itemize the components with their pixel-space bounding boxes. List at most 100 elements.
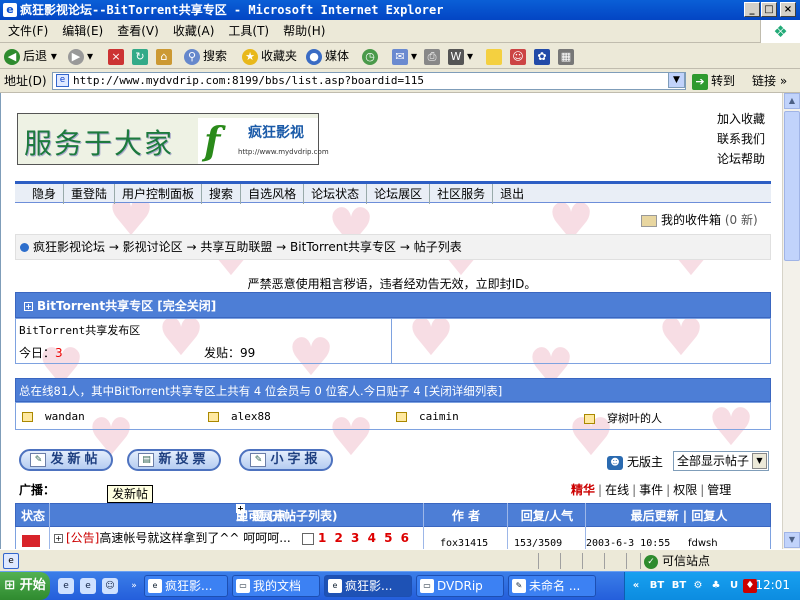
- task-paint[interactable]: ✎ 未命名 ...: [508, 575, 596, 597]
- print-button[interactable]: ⎙: [424, 46, 443, 66]
- u-tray-icon[interactable]: U: [727, 579, 741, 593]
- forward-button[interactable]: ▶ ▾: [68, 46, 93, 66]
- rules-warning: 严禁恶意使用粗言秽语，违者经劝告无效，立即封ID。: [247, 277, 537, 291]
- forum-nav: 隐身 重登陆 用户控制面板 搜索 自选风格 论坛状态 论坛展区 社区服务 退出: [15, 181, 771, 204]
- breadcrumb-text[interactable]: 疯狂影视论坛 → 影视讨论区 → 共享互助联盟 → BitTorrent共享专区…: [33, 240, 462, 254]
- topic-tag: [公告]: [66, 531, 100, 545]
- ie2-quicklaunch-icon[interactable]: e: [80, 578, 96, 594]
- back-button[interactable]: ◀ 后退 ▾: [4, 46, 57, 66]
- ie-quicklaunch-icon[interactable]: e: [58, 578, 74, 594]
- nav-style[interactable]: 自选风格: [241, 184, 305, 204]
- calc-button[interactable]: ▦: [558, 46, 577, 66]
- online-user[interactable]: alex88: [208, 410, 271, 423]
- menu-view[interactable]: 查看(V): [117, 20, 159, 43]
- nav-status[interactable]: 论坛状态: [304, 184, 368, 204]
- nav-control-panel[interactable]: 用户控制面板: [115, 184, 203, 204]
- nav-search[interactable]: 搜索: [202, 184, 242, 204]
- menu-favorites[interactable]: 收藏(A): [173, 20, 215, 43]
- inbox[interactable]: 我的收件箱 (0 新): [641, 211, 758, 229]
- new-vote-button[interactable]: ▤ 新投票: [127, 449, 221, 471]
- messenger-button[interactable]: ☺: [510, 46, 529, 66]
- paw-button[interactable]: ✿: [534, 46, 553, 66]
- user-icon: [584, 414, 595, 424]
- scroll-down-icon[interactable]: ▼: [784, 532, 800, 548]
- edit-button[interactable]: W ▾: [448, 46, 473, 66]
- more-chevron-icon[interactable]: »: [126, 578, 142, 594]
- page-content: ♥♥♥♥♥♥ ♥♥♥♥♥♥ ♥♥♥♥ 服务于大家 f 疯狂影视 http://w…: [0, 93, 782, 549]
- online-user[interactable]: caimin: [396, 410, 459, 423]
- search-button[interactable]: ⚲ 搜索: [184, 46, 227, 66]
- menu-edit[interactable]: 编辑(E): [62, 20, 103, 43]
- links-button[interactable]: 链接 »: [752, 72, 787, 90]
- window-title: 疯狂影视论坛--BitTorrent共享专区 - Microsoft Inter…: [20, 3, 444, 17]
- print-icon: ⎙: [424, 48, 440, 65]
- scroll-up-icon[interactable]: ▲: [784, 93, 800, 109]
- site-logo[interactable]: 服务于大家 f 疯狂影视 http://www.mydvdrip.com: [17, 113, 329, 165]
- vertical-scrollbar[interactable]: ▲ ▼: [782, 93, 800, 549]
- bt-tray-icon[interactable]: BT: [647, 579, 667, 593]
- posts-value: 99: [240, 346, 256, 360]
- home-button[interactable]: ⌂: [156, 46, 175, 66]
- menu-file[interactable]: 文件(F): [8, 20, 48, 43]
- task-dvdrip[interactable]: ▭ DVDRip: [416, 575, 504, 597]
- online-user[interactable]: 穿树叶的人: [584, 410, 662, 426]
- start-button[interactable]: ⊞ 开始: [0, 572, 50, 600]
- user-tray-icon[interactable]: ♣: [709, 579, 723, 593]
- address-url: http://www.mydvdrip.com:8199/bbs/list.as…: [73, 74, 424, 87]
- scroll-thumb[interactable]: [784, 111, 800, 261]
- filter-elite[interactable]: 精华: [571, 483, 595, 497]
- qq-quicklaunch-icon[interactable]: ☺: [102, 578, 118, 594]
- filter-online[interactable]: 在线: [605, 483, 629, 497]
- go-button[interactable]: ➔ 转到: [692, 72, 735, 90]
- menu-help[interactable]: 帮助(H): [283, 20, 325, 43]
- filter-permissions[interactable]: 权限: [673, 483, 697, 497]
- topic-title-text[interactable]: 高速帐号就这样拿到了^^ 呵呵呵...: [99, 531, 290, 545]
- new-post-button[interactable]: ✎ 发新帖: [19, 449, 113, 471]
- back-arrow-icon: ◀: [4, 48, 20, 65]
- bt-tray-icon[interactable]: BT: [669, 579, 689, 593]
- filter-events[interactable]: 事件: [639, 483, 663, 497]
- add-favorite-link[interactable]: 加入收藏: [717, 109, 765, 129]
- nav-relogin[interactable]: 重登陆: [64, 184, 116, 204]
- system-tray: « BT BT ⚙ ♣ U ♦ 12:01: [624, 572, 800, 600]
- task-ie1[interactable]: e 疯狂影...: [144, 575, 228, 597]
- media-button[interactable]: ● 媒体: [306, 46, 349, 66]
- task-ie2[interactable]: e 疯狂影...: [324, 575, 412, 597]
- favorites-button[interactable]: ★ 收藏夹: [242, 46, 297, 66]
- notice-button[interactable]: ✎ 小字报: [239, 449, 333, 471]
- online-user[interactable]: wandan: [22, 410, 85, 423]
- contact-link[interactable]: 联系我们: [717, 129, 765, 149]
- mail-icon: ✉: [392, 48, 408, 65]
- maximize-button[interactable]: □: [761, 2, 777, 17]
- nav-showcase[interactable]: 论坛展区: [367, 184, 431, 204]
- forum-description: BitTorrent共享发布区: [19, 324, 141, 337]
- display-select[interactable]: 全部显示帖子 ▼: [673, 451, 769, 471]
- vote-icon: ▤: [138, 452, 155, 467]
- filter-manage[interactable]: 管理: [707, 483, 731, 497]
- history-button[interactable]: ◷: [362, 46, 381, 66]
- close-button[interactable]: ×: [780, 2, 796, 17]
- address-dropdown-icon[interactable]: ▼: [668, 72, 685, 88]
- refresh-button[interactable]: ↻: [132, 46, 151, 66]
- folder-icon: ▭: [236, 579, 250, 593]
- table-row[interactable]: + [公告]高速帐号就这样拿到了^^ 呵呵呵... 1 2 3 4 5 6 fox…: [15, 527, 771, 549]
- posts-label: 发贴：: [204, 346, 241, 360]
- topic-last-replier[interactable]: fdwsh: [688, 533, 718, 549]
- forum-help-link[interactable]: 论坛帮助: [717, 149, 765, 169]
- nav-hide[interactable]: 隐身: [25, 184, 65, 204]
- mail-button[interactable]: ✉ ▾: [392, 46, 417, 66]
- taskbar: ⊞ 开始 e e ☺ » e 疯狂影... ▭ 我的文档 e 疯狂影... ▭ DVDR…: [0, 571, 800, 600]
- star-icon: ★: [242, 48, 258, 65]
- menu-tools[interactable]: 工具(T): [228, 20, 269, 43]
- forum-panel-header[interactable]: + BitTorrent共享专区 [完全关闭]: [15, 292, 771, 318]
- tray-chevron-icon[interactable]: «: [629, 579, 643, 593]
- task-documents[interactable]: ▭ 我的文档: [232, 575, 320, 597]
- address-input[interactable]: e http://www.mydvdrip.com:8199/bbs/list.…: [52, 72, 686, 90]
- stop-button[interactable]: ×: [108, 46, 127, 66]
- nav-services[interactable]: 社区服务: [430, 184, 494, 204]
- discuss-button[interactable]: [486, 46, 505, 66]
- topic-author[interactable]: fox31415: [440, 533, 488, 549]
- nav-logout[interactable]: 退出: [493, 184, 531, 204]
- network-tray-icon[interactable]: ⚙: [691, 579, 705, 593]
- minimize-button[interactable]: _: [744, 2, 760, 17]
